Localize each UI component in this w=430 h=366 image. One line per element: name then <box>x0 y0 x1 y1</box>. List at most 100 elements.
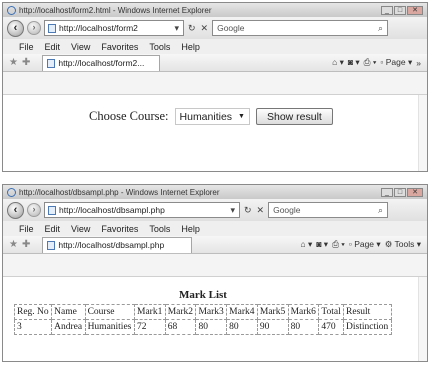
address-dropdown-icon[interactable]: ▾ <box>173 23 180 34</box>
table-row: 3 Andrea Humanities 72 68 80 80 90 80 47… <box>13 319 392 335</box>
close-button[interactable]: ✕ <box>407 5 423 15</box>
forward-icon[interactable]: › <box>27 203 41 217</box>
cell-name: Andrea <box>51 319 86 335</box>
course-select[interactable]: Humanities ▼ <box>174 108 250 125</box>
search-placeholder: Google <box>273 205 301 215</box>
address-bar[interactable]: http://localhost/dbsampl.php ▾ <box>44 202 240 218</box>
command-bar: ★ ✚ http://localhost/form2... ⌂ ▾ ◙ ▾ ⎙ … <box>3 54 427 72</box>
refresh-icon[interactable]: ↻ <box>187 23 197 34</box>
mark-list-table: Mark List Reg. No Name Course Mark1 Mark… <box>13 287 392 335</box>
add-favorite-icon[interactable]: ✚ <box>22 239 30 250</box>
menu-view[interactable]: View <box>71 224 90 234</box>
cell-mark1: 72 <box>134 319 166 335</box>
favorites-star-icon[interactable]: ★ <box>9 57 18 68</box>
menu-tools[interactable]: Tools <box>149 224 170 234</box>
browser-tab[interactable]: http://localhost/form2... <box>42 54 161 71</box>
menu-bar: File Edit View Favorites Tools Help <box>3 39 427 54</box>
header-reg-no: Reg. No <box>13 304 53 320</box>
toolbar-overflow-icon[interactable]: » <box>416 58 421 68</box>
vertical-scrollbar[interactable] <box>418 95 427 171</box>
title-bar: http://localhost/form2.html - Windows In… <box>3 3 427 17</box>
maximize-button[interactable]: □ <box>394 187 406 197</box>
header-name: Name <box>51 304 86 320</box>
page-icon <box>48 23 56 33</box>
header-mark1: Mark1 <box>134 304 166 320</box>
command-bar: ★ ✚ http://localhost/dbsampl.php ⌂ ▾ ◙ ▾… <box>3 236 427 254</box>
menu-edit[interactable]: Edit <box>45 224 61 234</box>
course-select-value: Humanities <box>179 110 233 123</box>
header-result: Result <box>343 304 392 320</box>
title-bar: http://localhost/dbsampl.php - Windows I… <box>3 185 427 199</box>
window-title: http://localhost/form2.html - Windows In… <box>19 5 212 15</box>
browser-window-form: http://localhost/form2.html - Windows In… <box>2 2 428 172</box>
cell-mark6: 80 <box>287 319 320 335</box>
chevron-down-icon: ▼ <box>238 113 245 120</box>
page-menu-label: Page <box>354 239 375 249</box>
tools-menu-label: Tools <box>394 239 415 249</box>
show-result-button[interactable]: Show result <box>255 108 333 125</box>
header-mark6: Mark6 <box>287 304 320 320</box>
refresh-icon[interactable]: ↻ <box>243 205 253 216</box>
page-content: Mark List Reg. No Name Course Mark1 Mark… <box>3 276 427 361</box>
search-icon[interactable]: ⌕ <box>378 205 383 216</box>
search-icon[interactable]: ⌕ <box>378 23 383 34</box>
menu-view[interactable]: View <box>71 42 90 52</box>
feeds-icon[interactable]: ◙ ▾ <box>348 57 360 68</box>
tab-title: http://localhost/dbsampl.php <box>58 240 165 250</box>
feeds-icon[interactable]: ◙ ▾ <box>316 239 328 250</box>
ie-logo-icon <box>7 187 16 197</box>
menu-favorites[interactable]: Favorites <box>101 224 138 234</box>
browser-tab[interactable]: http://localhost/dbsampl.php <box>42 236 193 253</box>
browser-window-results: http://localhost/dbsampl.php - Windows I… <box>2 184 428 362</box>
navigation-bar: ‹ › http://localhost/dbsampl.php ▾ ↻ ✕ G… <box>3 199 427 221</box>
menu-help[interactable]: Help <box>181 224 200 234</box>
back-icon[interactable]: ‹ <box>7 19 24 37</box>
cell-course: Humanities <box>84 319 136 335</box>
cell-reg-no: 3 <box>13 319 53 335</box>
print-icon[interactable]: ⎙ ▾ <box>364 57 377 68</box>
minimize-button[interactable]: _ <box>381 187 393 197</box>
print-icon[interactable]: ⎙ ▾ <box>332 239 345 250</box>
window-title: http://localhost/dbsampl.php - Windows I… <box>19 187 220 197</box>
choose-course-label: Choose Course: <box>89 109 169 123</box>
home-icon[interactable]: ⌂ ▾ <box>332 57 344 68</box>
menu-file[interactable]: File <box>19 42 34 52</box>
stop-icon[interactable]: ✕ <box>256 205 266 216</box>
page-menu[interactable]: ▫ Page ▾ <box>349 239 381 250</box>
tools-menu[interactable]: ⚙ Tools ▾ <box>385 239 421 250</box>
cell-mark5: 90 <box>256 319 289 335</box>
course-form: Choose Course: Humanities ▼ Show result <box>89 108 333 125</box>
add-favorite-icon[interactable]: ✚ <box>22 57 30 68</box>
header-mark5: Mark5 <box>256 304 289 320</box>
search-input[interactable]: Google ⌕ <box>268 202 389 218</box>
address-dropdown-icon[interactable]: ▾ <box>229 205 236 216</box>
menu-edit[interactable]: Edit <box>45 42 61 52</box>
back-icon[interactable]: ‹ <box>7 201 24 219</box>
header-total: Total <box>318 304 345 320</box>
menu-tools[interactable]: Tools <box>149 42 170 52</box>
search-placeholder: Google <box>217 23 245 33</box>
address-bar[interactable]: http://localhost/form2 ▾ <box>44 20 184 36</box>
menu-help[interactable]: Help <box>181 42 200 52</box>
close-button[interactable]: ✕ <box>407 187 423 197</box>
menu-file[interactable]: File <box>19 224 34 234</box>
header-mark3: Mark3 <box>195 304 228 320</box>
table-header-row: Reg. No Name Course Mark1 Mark2 Mark3 Ma… <box>13 304 392 320</box>
address-url: http://localhost/form2 <box>59 23 138 33</box>
tools-gear-icon: ⚙ <box>384 239 395 249</box>
minimize-button[interactable]: _ <box>381 5 393 15</box>
cell-result: Distinction <box>343 319 392 335</box>
cell-mark3: 80 <box>195 319 228 335</box>
tab-page-icon <box>47 58 56 68</box>
favorites-star-icon[interactable]: ★ <box>9 239 18 250</box>
menu-favorites[interactable]: Favorites <box>101 42 138 52</box>
search-input[interactable]: Google ⌕ <box>212 20 389 36</box>
navigation-bar: ‹ › http://localhost/form2 ▾ ↻ ✕ Google … <box>3 17 427 39</box>
stop-icon[interactable]: ✕ <box>200 23 210 34</box>
home-icon[interactable]: ⌂ ▾ <box>301 239 313 250</box>
maximize-button[interactable]: □ <box>394 5 406 15</box>
forward-icon[interactable]: › <box>27 21 41 35</box>
page-menu[interactable]: ▫ Page ▾ <box>380 57 412 68</box>
page-content: Choose Course: Humanities ▼ Show result <box>3 94 427 171</box>
vertical-scrollbar[interactable] <box>418 277 427 361</box>
